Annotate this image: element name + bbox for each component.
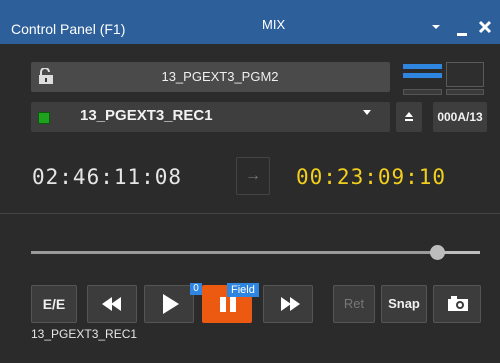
- meter-small-right: [446, 89, 484, 95]
- clip-count[interactable]: 000A/13: [433, 102, 487, 132]
- ee-button[interactable]: E/E: [31, 285, 77, 323]
- divider: [0, 213, 500, 214]
- rewind-button[interactable]: [87, 285, 137, 323]
- play-icon: [163, 294, 179, 314]
- meter-bar-2: [403, 73, 442, 78]
- close-icon[interactable]: [478, 20, 492, 38]
- mix-label: MIX: [262, 17, 286, 32]
- audio-meter-left: [403, 64, 442, 86]
- jog-slider-track-right[interactable]: [440, 251, 480, 254]
- eject-icon: [405, 112, 413, 117]
- snap-button[interactable]: Snap: [381, 285, 427, 323]
- jog-slider-handle[interactable]: [430, 245, 445, 260]
- meter-bar-1: [403, 64, 442, 69]
- eject-bar-icon: [405, 119, 413, 121]
- timecode-current: 02:46:11:08: [32, 165, 183, 189]
- meter-small-left: [403, 89, 442, 95]
- audio-meter-right: [446, 62, 484, 87]
- chevron-down-icon[interactable]: [363, 110, 371, 115]
- eject-button[interactable]: [396, 102, 422, 132]
- play-button[interactable]: [144, 285, 194, 323]
- jog-slider-track[interactable]: [31, 251, 448, 254]
- fast-forward-icon: [281, 297, 300, 311]
- arrow-button[interactable]: →: [236, 157, 270, 195]
- rec-status-icon: [38, 112, 50, 124]
- fast-forward-button[interactable]: [263, 285, 313, 323]
- rewind-icon: [102, 297, 121, 311]
- window-title: Control Panel (F1): [11, 21, 126, 37]
- lock-icon[interactable]: [38, 67, 54, 85]
- camera-icon: [448, 296, 468, 311]
- pgm-source-name: 13_PGEXT3_PGM2: [161, 69, 279, 84]
- return-button[interactable]: Ret: [333, 285, 375, 323]
- play-badge: 0: [190, 283, 202, 295]
- minimize-icon[interactable]: [456, 24, 468, 41]
- title-bar: Control Panel (F1) MIX: [0, 0, 500, 44]
- field-badge: Field: [227, 283, 259, 297]
- chevron-down-icon[interactable]: [430, 20, 442, 37]
- current-clip-label: 13_PGEXT3_REC1: [31, 327, 138, 341]
- rec-source-name: 13_PGEXT3_REC1: [80, 107, 213, 124]
- timecode-duration: 00:23:09:10: [296, 165, 447, 189]
- camera-button[interactable]: [433, 285, 481, 323]
